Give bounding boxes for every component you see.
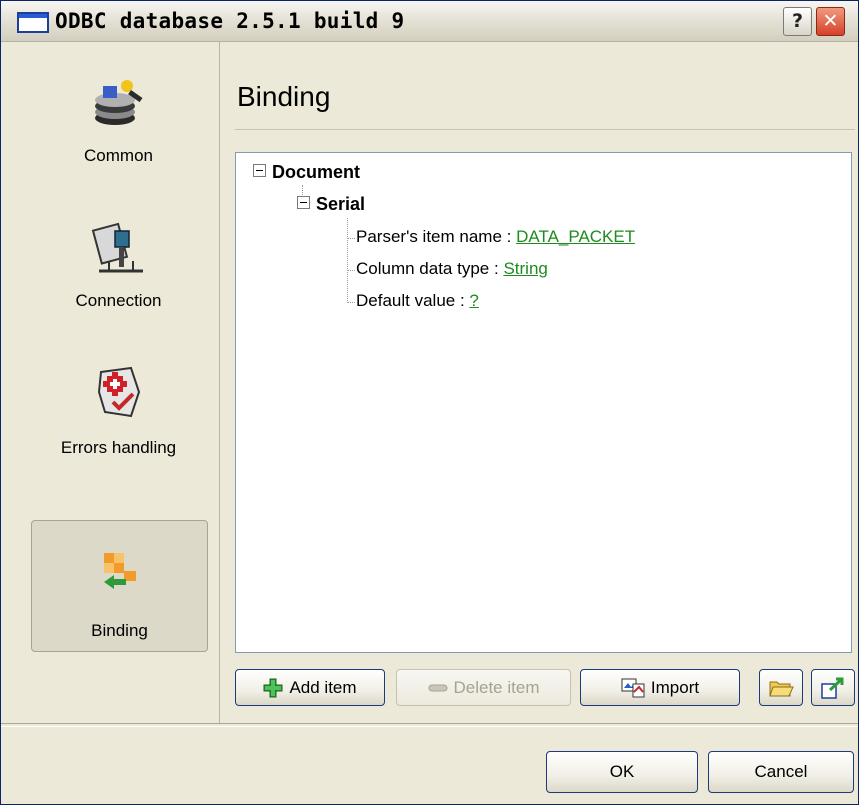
folder-open-icon	[769, 681, 794, 696]
import-label: Import	[650, 677, 700, 697]
sidebar-item-binding[interactable]: Binding	[31, 520, 208, 652]
tree-property-row: Parser's item name : DATA_PACKET	[356, 227, 635, 247]
tree-node-label: Serial	[316, 194, 366, 214]
sidebar-item-label: Errors handling	[60, 438, 177, 457]
cancel-button[interactable]: Cancel	[708, 751, 854, 793]
tree-node-document[interactable]: Document	[253, 162, 360, 183]
tree-connector	[347, 218, 348, 303]
connection-icon	[91, 222, 143, 273]
dialog-window: ODBC database 2.5.1 build 9 ? ✕ Common C…	[0, 0, 859, 805]
sidebar-item-label: Common	[84, 146, 153, 165]
plus-icon	[263, 678, 283, 698]
property-label: Default value :	[356, 291, 465, 310]
common-settings-icon	[94, 80, 142, 125]
tree-node-serial[interactable]: Serial	[297, 194, 365, 215]
binding-tree[interactable]: Document Serial Parser's item name : DAT…	[235, 152, 852, 653]
collapse-icon[interactable]	[297, 196, 310, 209]
sidebar-item-label: Connection	[75, 291, 162, 310]
minus-icon	[428, 678, 448, 698]
property-label: Parser's item name :	[356, 227, 512, 246]
tree-connector	[347, 302, 355, 303]
title-divider	[235, 129, 855, 130]
open-file-button[interactable]	[759, 669, 803, 706]
property-value-link[interactable]: ?	[469, 291, 478, 310]
tree-connector	[347, 238, 355, 239]
binding-icon	[103, 553, 136, 589]
errors-handling-icon	[97, 366, 140, 418]
window-icon	[17, 12, 49, 33]
help-button[interactable]: ?	[783, 7, 812, 36]
sidebar: Common Connection Errors handling Bindin…	[1, 42, 220, 723]
tree-property-row: Column data type : String	[356, 259, 548, 279]
ok-button[interactable]: OK	[546, 751, 698, 793]
import-button[interactable]: Import	[580, 669, 740, 706]
sidebar-item-label: Binding	[91, 621, 148, 640]
import-icon	[621, 678, 645, 698]
close-button[interactable]: ✕	[816, 7, 845, 36]
add-item-label: Add item	[289, 677, 357, 697]
export-button[interactable]	[811, 669, 855, 706]
tree-node-label: Document	[272, 162, 361, 182]
export-icon	[821, 677, 844, 699]
sidebar-item-common[interactable]: Common	[31, 72, 206, 202]
sidebar-item-errors-handling[interactable]: Errors handling	[31, 362, 206, 492]
title-bar[interactable]: ODBC database 2.5.1 build 9 ? ✕	[1, 1, 858, 42]
tree-connector	[347, 270, 355, 271]
page-title: Binding	[237, 81, 331, 112]
delete-item-label: Delete item	[453, 677, 540, 697]
sidebar-item-connection[interactable]: Connection	[31, 217, 206, 347]
property-value-link[interactable]: DATA_PACKET	[516, 227, 635, 246]
delete-item-button[interactable]: Delete item	[396, 669, 571, 706]
footer-divider	[1, 723, 858, 727]
property-value-link[interactable]: String	[503, 259, 547, 278]
add-item-button[interactable]: Add item	[235, 669, 385, 706]
tree-property-row: Default value : ?	[356, 291, 479, 311]
property-label: Column data type :	[356, 259, 499, 278]
collapse-icon[interactable]	[253, 164, 266, 177]
window-title: ODBC database 2.5.1 build 9	[55, 9, 405, 33]
